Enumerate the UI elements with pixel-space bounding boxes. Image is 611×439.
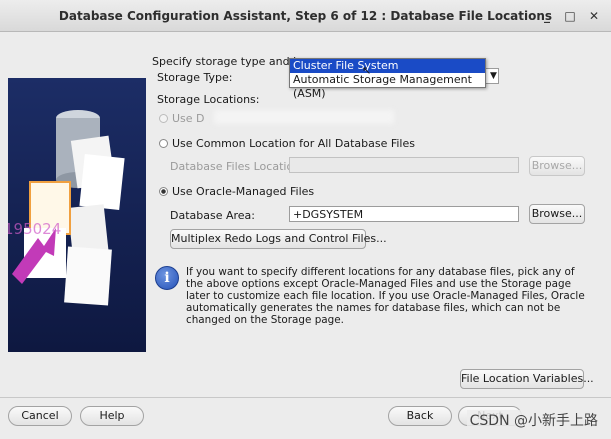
radio-common-location[interactable]	[159, 139, 168, 148]
browse-files-location-button[interactable]: Browse...	[529, 156, 585, 176]
title-bar: Database Configuration Assistant, Step 6…	[0, 0, 611, 32]
dropdown-option-asm[interactable]: Automatic Storage Management (ASM)	[290, 73, 485, 100]
storage-type-label: Storage Type:	[157, 71, 233, 84]
panel-side-text: 195024	[8, 220, 62, 238]
mouse-cursor-icon: ↖	[362, 64, 372, 77]
storage-locations-label: Storage Locations:	[157, 93, 260, 106]
info-text: If you want to specify different locatio…	[186, 266, 585, 326]
maximize-icon[interactable]: □	[562, 8, 578, 24]
database-area-label: Database Area:	[170, 209, 256, 222]
help-button[interactable]: Help	[80, 406, 144, 426]
back-button[interactable]: Back	[388, 406, 452, 426]
cancel-button[interactable]: Cancel	[8, 406, 72, 426]
database-files-location-input[interactable]	[289, 157, 519, 173]
window-title: Database Configuration Assistant, Step 6…	[58, 9, 553, 23]
close-icon[interactable]: ✕	[586, 8, 602, 24]
info-icon: i	[155, 266, 179, 290]
multiplex-redo-logs-button[interactable]: Multiplex Redo Logs and Control Files...	[170, 229, 387, 249]
database-files-location-label: Database Files Location:	[170, 160, 304, 173]
minimize-icon[interactable]: _	[539, 8, 555, 24]
wizard-illustration: 195024	[8, 78, 146, 352]
radio-omf-label: Use Oracle-Managed Files	[172, 185, 315, 198]
radio-oracle-managed-files[interactable]	[159, 187, 168, 196]
database-illustration-icon	[12, 110, 125, 306]
radio-template-label: Use D	[172, 112, 205, 125]
blurred-region	[214, 110, 394, 124]
chevron-down-icon[interactable]: ▼	[490, 71, 497, 81]
radio-template-locations[interactable]	[159, 114, 168, 123]
footer-divider	[0, 397, 611, 398]
storage-type-dropdown: Cluster File System Automatic Storage Ma…	[289, 58, 486, 100]
dropdown-option-cluster-file-system[interactable]: Cluster File System	[290, 59, 485, 73]
file-location-variables-button[interactable]: File Location Variables...	[460, 369, 594, 389]
radio-common-label: Use Common Location for All Database Fil…	[172, 137, 415, 150]
browse-database-area-button[interactable]: Browse...	[529, 204, 585, 224]
database-area-input[interactable]: +DGSYSTEM	[289, 206, 519, 222]
watermark: CSDN @小新手上路	[466, 410, 601, 430]
